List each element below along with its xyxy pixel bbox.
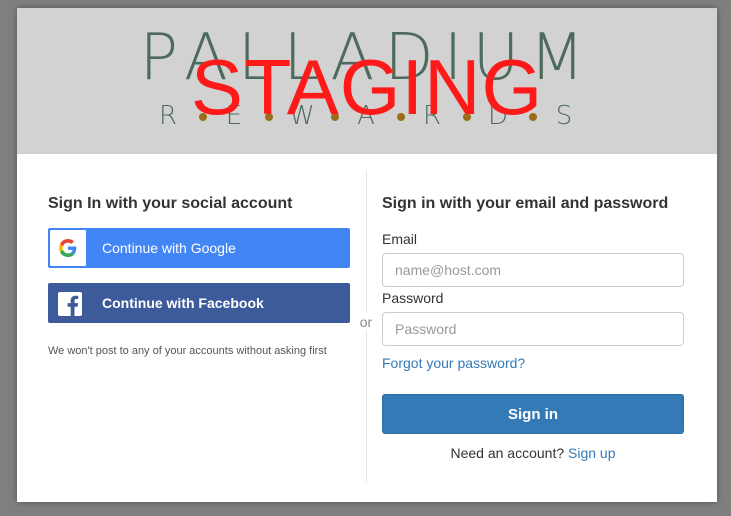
email-signin-panel: Sign in with your email and password Ema…	[382, 194, 684, 461]
continue-with-facebook-button[interactable]: Continue with Facebook	[48, 283, 350, 323]
email-signin-heading: Sign in with your email and password	[382, 195, 669, 212]
email-field[interactable]	[382, 253, 684, 287]
password-field[interactable]	[382, 312, 684, 346]
sign-in-button[interactable]: Sign in	[382, 394, 684, 434]
or-separator: or	[355, 313, 377, 331]
social-signin-panel: Sign In with your social account Continu…	[48, 194, 350, 357]
staging-overlay-label: STAGING	[190, 43, 544, 131]
need-account-text: Need an account?	[450, 445, 565, 461]
google-g-icon	[59, 239, 77, 257]
signup-prompt: Need an account? Sign up	[382, 444, 684, 462]
login-card: PALLADIUM R E W A R D S STAGING Sign In …	[17, 8, 717, 502]
google-button-label: Continue with Google	[102, 240, 236, 256]
forgot-password-link[interactable]: Forgot your password?	[382, 354, 525, 372]
google-icon-container	[50, 230, 86, 266]
password-label: Password	[382, 290, 444, 306]
brand-banner: PALLADIUM R E W A R D S STAGING	[17, 8, 717, 154]
social-signin-heading: Sign In with your social account	[48, 195, 293, 212]
facebook-button-label: Continue with Facebook	[102, 295, 264, 311]
continue-with-google-button[interactable]: Continue with Google	[48, 228, 350, 268]
facebook-f-icon	[58, 292, 82, 316]
sign-up-link[interactable]: Sign up	[568, 445, 615, 461]
social-disclaimer: We won't post to any of your accounts wi…	[48, 345, 327, 357]
email-label: Email	[382, 231, 418, 247]
